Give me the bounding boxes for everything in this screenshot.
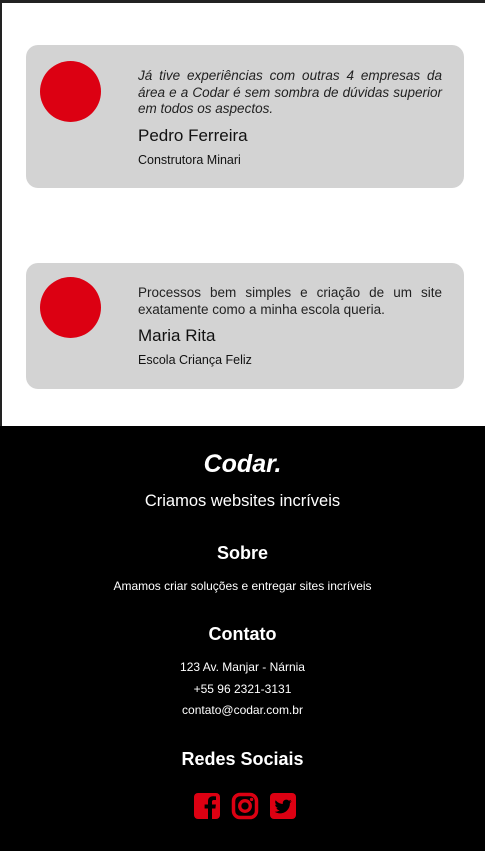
- testimonial-name: Maria Rita: [138, 326, 216, 345]
- sobre-text: Amamos criar soluções e entregar sites i…: [113, 579, 372, 593]
- contato-title: Contato: [208, 624, 277, 644]
- contact-address: 123 Av. Manjar - Nárnia: [180, 660, 305, 674]
- testimonial-quote: Processos bem simples e criação de um si…: [138, 285, 442, 317]
- footer-logo[interactable]: Codar.: [0, 450, 485, 479]
- footer: Codar. Criamos websites incríveis Sobre …: [0, 426, 485, 851]
- social-links: [193, 790, 297, 822]
- contact-email[interactable]: contato@codar.com.br: [0, 703, 485, 717]
- facebook-icon[interactable]: [193, 792, 221, 820]
- testimonials-section: Já tive experiências com outras 4 empres…: [2, 3, 485, 426]
- avatar: [40, 61, 101, 122]
- footer-tagline: Criamos websites incríveis: [144, 492, 341, 510]
- testimonial-company: Escola Criança Feliz: [138, 353, 252, 367]
- testimonial-quote: Já tive experiências com outras 4 empres…: [138, 68, 442, 116]
- testimonial-body: Já tive experiências com outras 4 empres…: [138, 68, 442, 167]
- instagram-icon[interactable]: [231, 792, 259, 820]
- contact-phone: +55 96 2321-3131: [193, 682, 292, 696]
- testimonial-card: Processos bem simples e criação de um si…: [26, 263, 464, 389]
- avatar: [40, 277, 101, 338]
- twitter-icon[interactable]: [269, 792, 297, 820]
- testimonial-body: Processos bem simples e criação de um si…: [138, 285, 442, 367]
- testimonial-name: Pedro Ferreira: [138, 125, 248, 145]
- testimonial-card: Já tive experiências com outras 4 empres…: [26, 45, 464, 188]
- testimonial-company: Construtora Minari: [138, 152, 241, 167]
- sobre-title: Sobre: [216, 543, 268, 563]
- redes-sociais-title: Redes Sociais: [181, 749, 304, 769]
